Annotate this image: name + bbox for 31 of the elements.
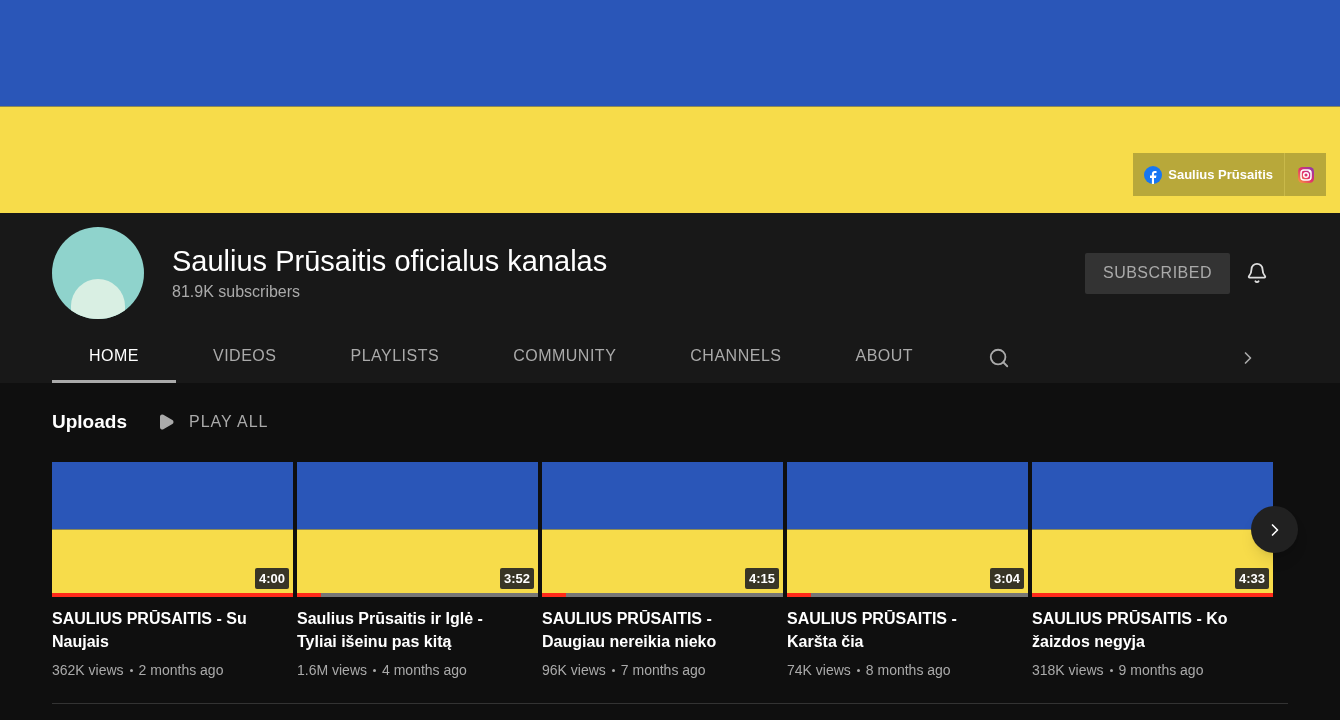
- notification-bell-icon[interactable]: [1246, 262, 1268, 284]
- channel-tab[interactable]: HOME: [52, 332, 176, 383]
- video-title[interactable]: SAULIUS PRŪSAITIS - Ko žaizdos negyja: [1032, 607, 1273, 653]
- upload-age: 8 months ago: [865, 661, 951, 680]
- channel-tab[interactable]: PLAYLISTS: [313, 332, 477, 383]
- upload-age: 4 months ago: [382, 661, 467, 680]
- video-title[interactable]: SAULIUS PRŪSAITIS - Karšta čia: [787, 607, 1028, 653]
- channel-name: Saulius Prūsaitis oficialus kanalas: [172, 243, 608, 279]
- view-count: 1.6M views: [297, 661, 368, 680]
- video-title[interactable]: SAULIUS PRŪSAITIS - Daugiau nereikia nieko: [542, 607, 783, 653]
- view-count: 96K views: [542, 661, 606, 680]
- social-link[interactable]: [1284, 153, 1326, 196]
- video-title[interactable]: SAULIUS PRŪSAITIS - Su Naujais: [52, 607, 293, 653]
- play-all-button[interactable]: PLAY ALL: [156, 410, 269, 434]
- search-icon[interactable]: [988, 346, 1011, 369]
- video-title[interactable]: Saulius Prūsaitis ir Iglė - Tyliai išeinu pas kitą: [297, 607, 538, 653]
- upload-age: 7 months ago: [620, 661, 706, 680]
- view-count: 362K views: [52, 661, 124, 680]
- channel-tab[interactable]: ABOUT: [818, 332, 951, 383]
- subscriber-count: 81.9K subscribers: [172, 281, 302, 302]
- upload-age: 2 months ago: [138, 661, 224, 680]
- upload-age: 9 months ago: [1118, 661, 1204, 680]
- subscribed-button[interactable]: SUBSCRIBED: [1084, 252, 1230, 294]
- camera-icon: [1296, 165, 1315, 184]
- facebook-icon: [1144, 165, 1163, 184]
- channel-tab[interactable]: CHANNELS: [653, 332, 819, 383]
- channel-tab[interactable]: COMMUNITY: [476, 332, 654, 383]
- view-count: 318K views: [1032, 661, 1104, 680]
- channel-tab[interactable]: VIDEOS: [176, 332, 314, 383]
- section-title: Uploads: [52, 409, 127, 434]
- view-count: 74K views: [787, 661, 851, 680]
